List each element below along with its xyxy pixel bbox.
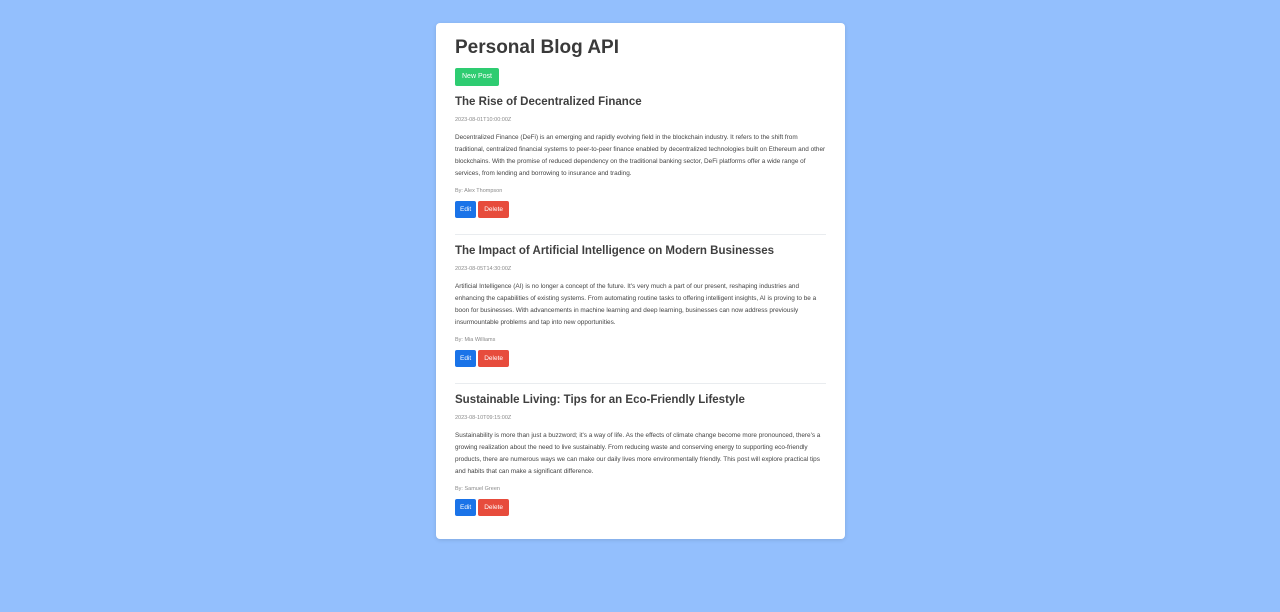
delete-button[interactable]: Delete xyxy=(478,350,509,367)
delete-button[interactable]: Delete xyxy=(478,201,509,218)
edit-button[interactable]: Edit xyxy=(455,350,477,367)
post-date: 2023-08-10T09:15:00Z xyxy=(455,415,512,421)
post-body: Artificial Intelligence (AI) is no longe… xyxy=(455,283,817,326)
blog-card: Personal Blog API New Post The Rise of D… xyxy=(436,23,845,539)
post-date: 2023-08-01T10:00:00Z xyxy=(455,117,512,123)
edit-button[interactable]: Edit xyxy=(455,499,477,516)
post-author: By: Alex Thompson xyxy=(455,188,503,194)
post-item: The Rise of Decentralized Finance 2023-0… xyxy=(455,86,826,235)
new-post-button[interactable]: New Post xyxy=(455,68,499,86)
post-item: Sustainable Living: Tips for an Eco-Frie… xyxy=(455,384,826,533)
post-date: 2023-08-05T14:30:00Z xyxy=(455,266,512,272)
post-author: By: Mia Williams xyxy=(455,337,496,343)
post-item: The Impact of Artificial Intelligence on… xyxy=(455,235,826,384)
post-actions: Edit Delete xyxy=(455,201,826,218)
delete-button[interactable]: Delete xyxy=(478,499,509,516)
post-title: Sustainable Living: Tips for an Eco-Frie… xyxy=(455,394,745,406)
post-title: The Rise of Decentralized Finance xyxy=(455,96,642,108)
post-body: Sustainability is more than just a buzzw… xyxy=(455,432,821,475)
post-list: The Rise of Decentralized Finance 2023-0… xyxy=(455,86,826,533)
post-actions: Edit Delete xyxy=(455,499,826,516)
edit-button[interactable]: Edit xyxy=(455,201,477,218)
post-author: By: Samuel Green xyxy=(455,486,500,492)
post-body: Decentralized Finance (DeFi) is an emerg… xyxy=(455,134,826,177)
post-title: The Impact of Artificial Intelligence on… xyxy=(455,245,775,257)
page-title: Personal Blog API xyxy=(455,37,619,58)
post-actions: Edit Delete xyxy=(455,350,826,367)
